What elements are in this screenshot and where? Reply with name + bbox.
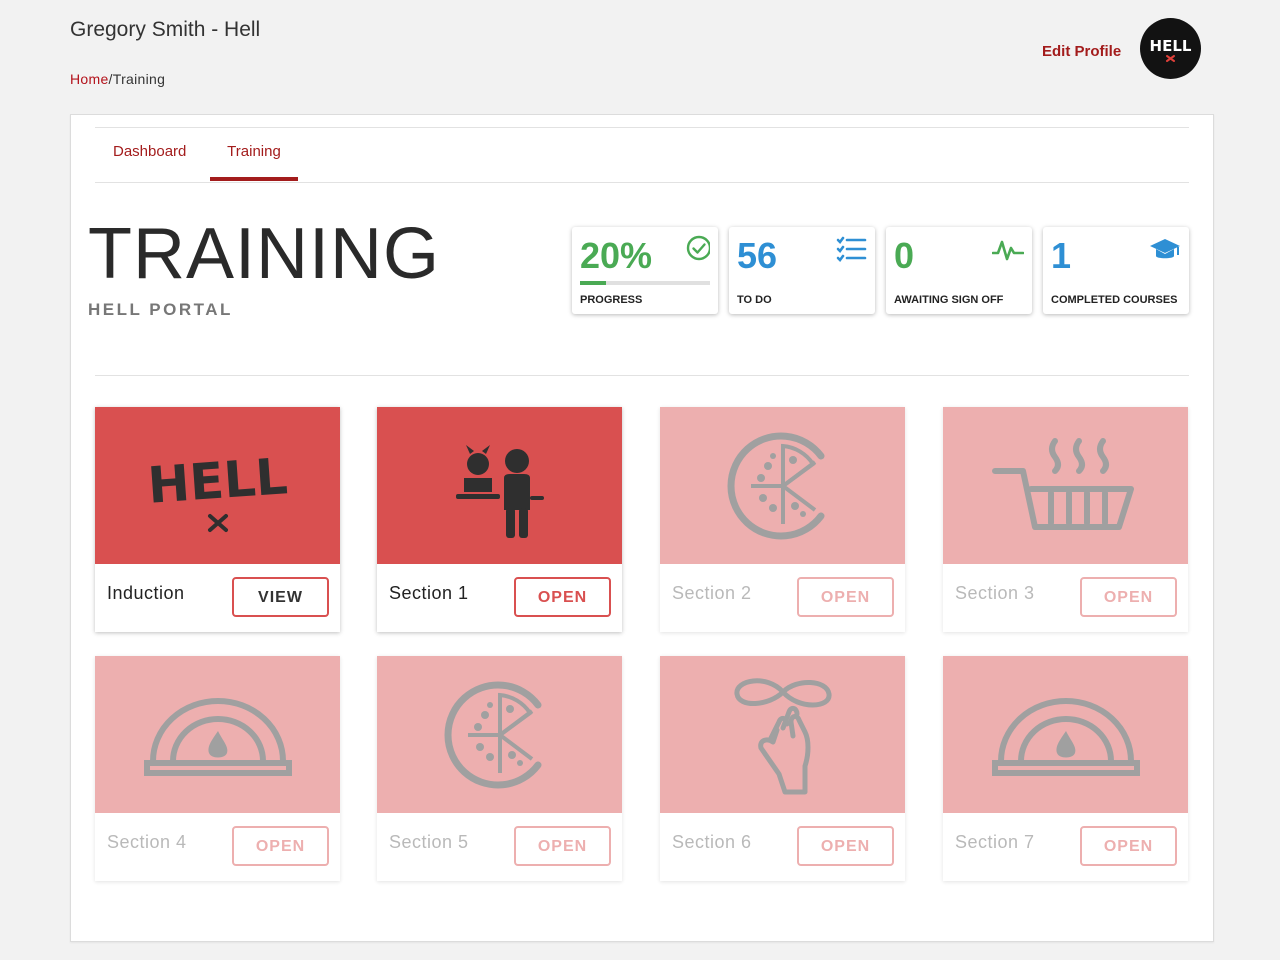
dough-toss-icon: [734, 677, 831, 794]
pizza-oven-icon: [143, 697, 292, 776]
checklist-icon: [836, 236, 867, 262]
tabs-divider: [95, 182, 1189, 183]
stat-todo-value: 56: [737, 235, 778, 276]
course-name: Section 2: [672, 583, 752, 603]
stat-progress-label: PROGRESS: [580, 294, 643, 306]
open-course-button[interactable]: OPEN: [797, 826, 894, 866]
course-banner: [660, 656, 905, 813]
progress-bar: [580, 281, 710, 285]
active-tab-indicator: [210, 177, 298, 181]
breadcrumb: Home/Training: [70, 71, 165, 87]
course-card-section-7: Section 7 OPEN: [943, 656, 1188, 881]
stat-awaiting-label: AWAITING SIGN OFF: [894, 294, 1004, 306]
pizza-oven-icon: [991, 697, 1140, 776]
breadcrumb-current: Training: [112, 71, 166, 87]
view-course-button[interactable]: VIEW: [232, 577, 329, 617]
progress-bar-fill: [580, 281, 606, 285]
stat-progress: 20% PROGRESS: [572, 227, 718, 314]
course-banner: [377, 407, 622, 564]
course-card-section-1: Section 1 OPEN: [377, 407, 622, 632]
course-banner: [95, 656, 340, 813]
course-name: Section 3: [955, 583, 1035, 603]
stat-todo-label: TO DO: [737, 294, 772, 306]
course-card-section-5: Section 5 OPEN: [377, 656, 622, 881]
avatar-text: HELL: [1150, 37, 1192, 55]
open-course-button[interactable]: OPEN: [514, 577, 611, 617]
stat-progress-value: 20%: [580, 235, 653, 276]
hell-logo-icon: HELL: [145, 447, 289, 532]
hell-avatar-logo-icon: HELL: [1150, 37, 1192, 62]
tab-dashboard[interactable]: Dashboard: [113, 144, 186, 182]
stat-awaiting-sign-off: 0 AWAITING SIGN OFF: [886, 227, 1032, 314]
course-banner: [377, 656, 622, 813]
stat-completed-value: 1: [1051, 235, 1072, 276]
pizza-icon: [727, 432, 824, 539]
user-name: Gregory Smith - Hell: [70, 18, 261, 41]
course-card-induction: HELL Induction VIEW: [95, 407, 340, 632]
breadcrumb-home-link[interactable]: Home: [70, 71, 109, 87]
course-card-section-2: Section 2 OPEN: [660, 407, 905, 632]
pulse-icon: [992, 240, 1024, 261]
open-course-button[interactable]: OPEN: [232, 826, 329, 866]
svg-text:HELL: HELL: [145, 447, 288, 515]
course-banner: [943, 656, 1188, 813]
course-card-section-6: Section 6 OPEN: [660, 656, 905, 881]
hot-basket-icon: [991, 437, 1134, 530]
course-name: Induction: [107, 583, 185, 603]
stat-awaiting-value: 0: [894, 235, 915, 276]
course-card-section-4: Section 4 OPEN: [95, 656, 340, 881]
course-name: Section 4: [107, 832, 187, 852]
stat-completed-label: COMPLETED COURSES: [1051, 294, 1178, 306]
course-banner: [943, 407, 1188, 564]
course-card-section-3: Section 3 OPEN: [943, 407, 1188, 632]
pizza-icon: [444, 681, 541, 788]
top-divider: [95, 127, 1189, 128]
open-course-button[interactable]: OPEN: [1080, 577, 1177, 617]
page-subtitle: HELL PORTAL: [88, 300, 233, 319]
course-name: Section 6: [672, 832, 752, 852]
graduation-cap-icon: [1150, 239, 1180, 259]
page-title: TRAINING: [88, 214, 441, 294]
open-course-button[interactable]: OPEN: [514, 826, 611, 866]
edit-profile-link[interactable]: Edit Profile: [1042, 43, 1121, 60]
course-banner: [660, 407, 905, 564]
waiter-devil-icon: [455, 444, 544, 538]
avatar[interactable]: HELL: [1140, 18, 1201, 79]
stat-todo: 56 TO DO: [729, 227, 875, 314]
course-name: Section 7: [955, 832, 1035, 852]
course-name: Section 5: [389, 832, 469, 852]
course-banner: HELL: [95, 407, 340, 564]
open-course-button[interactable]: OPEN: [797, 577, 894, 617]
open-course-button[interactable]: OPEN: [1080, 826, 1177, 866]
stat-completed-courses: 1 COMPLETED COURSES: [1043, 227, 1189, 314]
course-name: Section 1: [389, 583, 469, 603]
section-divider: [95, 375, 1189, 376]
check-circle-icon: [686, 235, 710, 261]
